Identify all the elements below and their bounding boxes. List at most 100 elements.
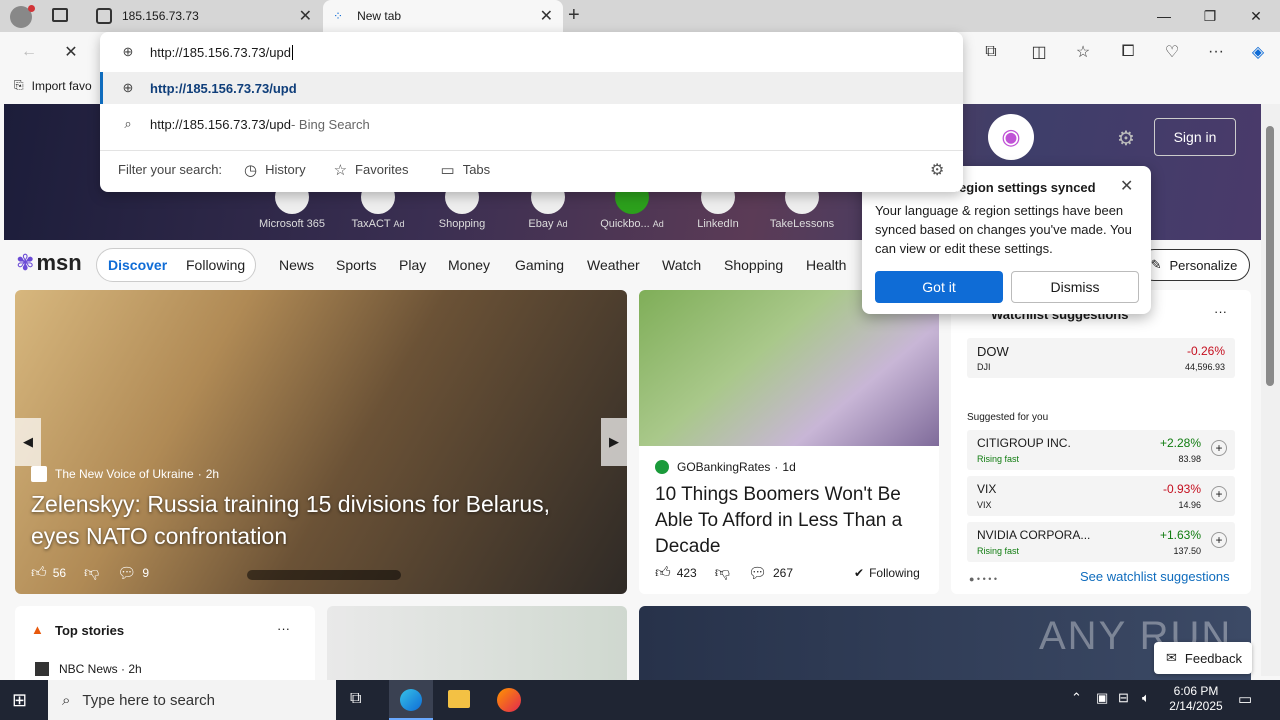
windows-start-icon[interactable]: ⊞ [12, 690, 27, 711]
feedback-button[interactable]: ✉ Feedback [1154, 642, 1252, 674]
tray-device-icon[interactable]: ▣ [1096, 690, 1108, 706]
like-icon[interactable]: 👍︎ [655, 564, 671, 582]
suggestion-url[interactable]: ⊕ http://185.156.73.73/upd [100, 72, 963, 104]
ticker-sub: DJI [977, 362, 991, 372]
sign-in-button[interactable]: Sign in [1154, 118, 1236, 156]
add-to-watchlist-icon[interactable]: + [1211, 440, 1227, 456]
stop-loading-icon[interactable]: ✕ [56, 40, 86, 64]
nav-play[interactable]: Play [399, 257, 426, 273]
split-screen-icon[interactable]: ◫ [1024, 40, 1054, 64]
dislike-icon[interactable]: 👎︎ [715, 564, 730, 582]
article-source: GOBankingRates · 1d [655, 460, 796, 474]
article-headline[interactable]: 10 Things Boomers Won't Be Able To Affor… [655, 482, 930, 560]
history-icon: ◷ [244, 161, 258, 179]
more-menu-icon[interactable]: ··· [1201, 40, 1231, 64]
popup-close-icon[interactable]: ✕ [1120, 176, 1133, 196]
browser-essentials-icon[interactable]: ♡ [1157, 40, 1187, 64]
personalize-label: Personalize [1169, 257, 1238, 273]
nav-health[interactable]: Health [806, 257, 846, 273]
nav-shopping[interactable]: Shopping [724, 257, 783, 273]
hero-card[interactable]: ◀ ▶ The New Voice of Ukraine · 2h Zelensky… [15, 290, 627, 594]
task-view-icon[interactable]: ⧉ [350, 690, 361, 708]
pager-dots[interactable]: ● • • • • [969, 574, 997, 584]
suggestion-text: http://185.156.73.73/upd [150, 116, 291, 132]
back-icon[interactable]: ← [14, 40, 44, 64]
tray-chevron-icon[interactable]: ⌃ [1071, 690, 1082, 706]
filter-tabs[interactable]: ▭ Tabs [441, 161, 491, 179]
page-settings-icon[interactable]: ⚙ [1117, 126, 1135, 151]
suggestion-search[interactable]: ⌕ http://185.156.73.73/upd - Bing Search [100, 108, 963, 140]
tab-title: 185.156.73.73 [122, 9, 199, 23]
import-favorites[interactable]: ⎘ Import favo [14, 78, 92, 93]
story-source[interactable]: NBC News · 2h [59, 662, 142, 676]
notifications-icon[interactable]: ▭ [1238, 690, 1252, 708]
close-window-icon[interactable]: ✕ [1233, 0, 1279, 32]
minimize-icon[interactable]: — [1141, 0, 1187, 32]
nav-discover[interactable]: Discover [108, 257, 167, 273]
top-stories-title: Top stories [55, 623, 125, 638]
like-icon[interactable]: 👍︎ [31, 564, 47, 582]
article-card-tablet[interactable] [327, 606, 627, 686]
carousel-prev-icon[interactable]: ◀ [15, 418, 41, 466]
firefox-icon[interactable] [497, 688, 521, 712]
watch-row-nvidia[interactable]: NVIDIA CORPORA... Rising fast +1.63% 137… [967, 522, 1235, 562]
extensions-icon[interactable]: ⧉ [976, 40, 1006, 64]
collections-icon[interactable]: ⧠ [1113, 40, 1143, 64]
nav-money[interactable]: Money [448, 257, 490, 273]
ticker-sub: Rising fast [977, 546, 1020, 556]
watch-row-dow[interactable]: DOW DJI -0.26% 44,596.93 [967, 338, 1235, 378]
filter-history[interactable]: ◷ History [244, 161, 306, 179]
msn-logo[interactable]: ✾ msn [16, 250, 82, 276]
article-card[interactable]: GOBankingRates · 1d 10 Things Boomers Won'… [639, 290, 939, 594]
filter-favorites[interactable]: ☆ Favorites [334, 161, 409, 179]
network-icon[interactable]: ⊟ [1118, 690, 1129, 706]
copilot-button[interactable]: ◉ [988, 114, 1034, 160]
nav-gaming[interactable]: Gaming [515, 257, 564, 273]
got-it-button[interactable]: Got it [875, 271, 1003, 303]
add-to-watchlist-icon[interactable]: + [1211, 532, 1227, 548]
nav-news[interactable]: News [279, 257, 314, 273]
nav-following[interactable]: Following [186, 257, 245, 273]
dislike-icon[interactable]: 👎︎ [84, 564, 99, 582]
clock[interactable]: 6:06 PM 2/14/2025 [1168, 684, 1224, 714]
see-watchlist-link[interactable]: See watchlist suggestions [1080, 569, 1230, 584]
comment-icon[interactable]: 💬︎ [117, 564, 136, 582]
ticker-name: NVIDIA CORPORA... [977, 528, 1091, 542]
tab-1[interactable]: 185.156.73.73 ✕ [86, 0, 322, 32]
address-input[interactable]: http://185.156.73.73/upd [150, 45, 291, 60]
following-badge[interactable]: ✔ Following [854, 566, 920, 580]
nav-watch[interactable]: Watch [662, 257, 701, 273]
scrollbar[interactable] [1261, 104, 1280, 676]
gobankingrates-logo-icon [655, 460, 669, 474]
favorites-star-icon[interactable]: ☆ [1068, 40, 1098, 64]
watch-row-citigroup[interactable]: CITIGROUP INC. Rising fast +2.28% 83.98 … [967, 430, 1235, 470]
nav-sports[interactable]: Sports [336, 257, 376, 273]
hero-headline[interactable]: Zelenskyy: Russia training 15 divisions … [31, 488, 601, 552]
nav-weather[interactable]: Weather [587, 257, 640, 273]
address-bar[interactable]: ⊕ http://185.156.73.73/upd [100, 38, 963, 66]
carousel-dots[interactable] [247, 570, 401, 580]
personalize-button[interactable]: ✎ Personalize [1138, 249, 1250, 281]
file-explorer-icon[interactable] [448, 690, 470, 708]
ticker-name: VIX [977, 482, 997, 496]
taskbar-edge[interactable] [389, 680, 433, 720]
volume-icon[interactable]: 🔈︎ [1142, 690, 1150, 706]
close-tab-icon[interactable]: ✕ [299, 6, 312, 26]
carousel-next-icon[interactable]: ▶ [601, 418, 627, 466]
restore-icon[interactable]: ❐ [1187, 0, 1233, 32]
tab-2[interactable]: ⁘ New tab ✕ [323, 0, 563, 32]
scrollbar-thumb[interactable] [1266, 126, 1274, 386]
more-options-icon[interactable]: ··· [277, 621, 290, 636]
new-tab-icon[interactable]: + [568, 4, 580, 27]
more-options-icon[interactable]: ··· [1214, 304, 1227, 319]
watch-row-vix[interactable]: VIX VIX -0.93% 14.96 + [967, 476, 1235, 516]
tab-actions-icon[interactable] [52, 8, 68, 22]
close-tab-icon[interactable]: ✕ [540, 6, 553, 26]
add-to-watchlist-icon[interactable]: + [1211, 486, 1227, 502]
copilot-icon[interactable]: ◈ [1243, 40, 1273, 64]
comment-icon[interactable]: 💬︎ [748, 564, 767, 582]
settings-gear-icon[interactable]: ⚙ [930, 160, 944, 180]
following-label: Following [869, 566, 920, 580]
dismiss-button[interactable]: Dismiss [1011, 271, 1139, 303]
taskbar-search[interactable]: ⌕ Type here to search [48, 680, 336, 720]
